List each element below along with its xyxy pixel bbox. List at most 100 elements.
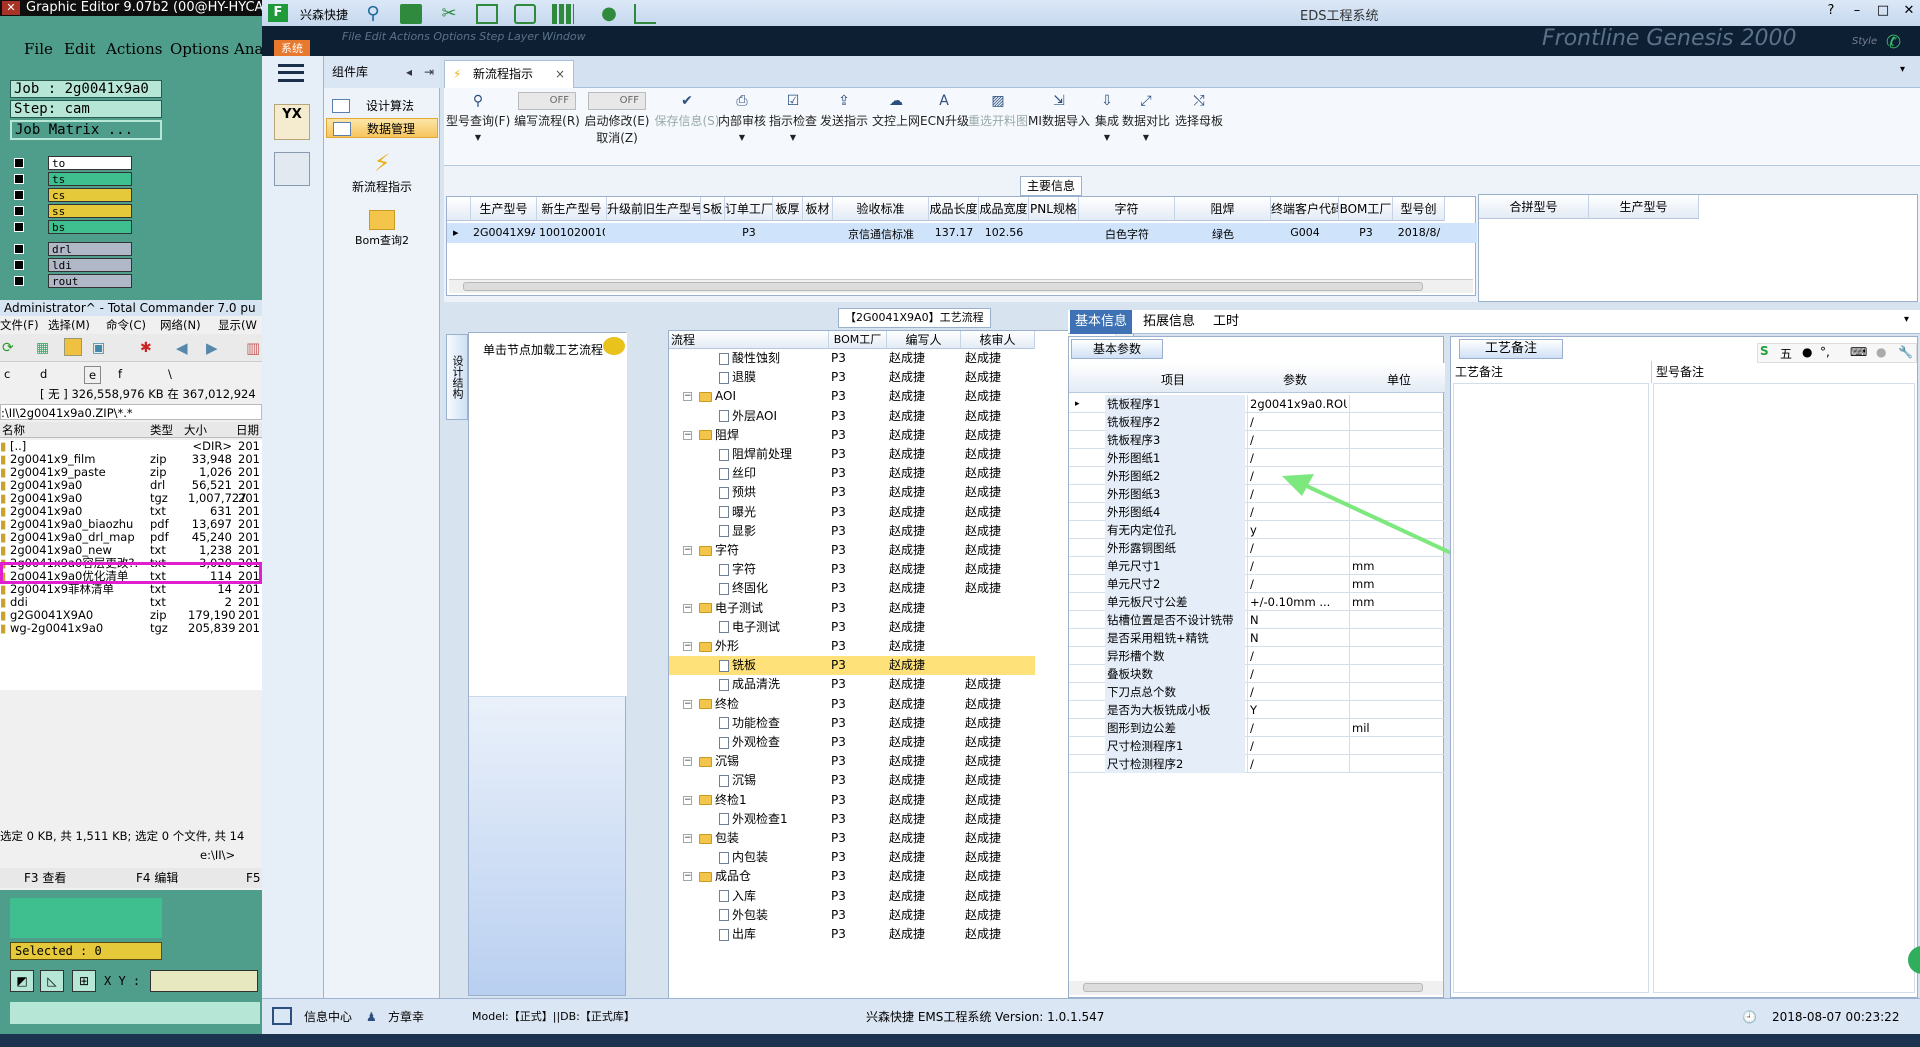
collapse-icon[interactable]: −: [683, 834, 692, 843]
param-unit[interactable]: [1349, 395, 1445, 413]
grid-tool-icon[interactable]: ⊞: [72, 970, 96, 992]
flow-node[interactable]: 包装: [699, 829, 739, 848]
param-row[interactable]: 钻槽位置是否不设计铣带 N: [1069, 611, 1445, 629]
toolbar-button-ecn[interactable]: A ECN升级: [920, 92, 969, 162]
main-col-header[interactable]: 阻焊: [1175, 197, 1271, 221]
layer-row[interactable]: ss: [14, 204, 132, 218]
flow-tree-row[interactable]: − 成品仓 P3 赵成捷 赵成捷: [669, 867, 1035, 886]
layer-checkbox[interactable]: [14, 222, 24, 232]
main-col-header[interactable]: 新生产型号: [537, 197, 607, 221]
flow-node[interactable]: 出库: [719, 925, 756, 944]
layer-name[interactable]: ldi: [48, 258, 132, 272]
design-structure-tab[interactable]: 设计结构: [446, 334, 468, 420]
file-row[interactable]: ▮ wg-2g0041x9a0 tgz 205,839 201: [0, 622, 262, 635]
flow-node[interactable]: 功能检查: [719, 714, 780, 733]
f5-copy-button[interactable]: F5: [246, 868, 261, 888]
table-icon[interactable]: [552, 4, 574, 24]
maximize-icon[interactable]: □: [1870, 2, 1896, 20]
col-model-note[interactable]: 型号备注: [1651, 361, 1915, 383]
flow-tree-row[interactable]: 外包装 P3 赵成捷 赵成捷: [669, 906, 1035, 925]
main-cell[interactable]: 10010200107256: [539, 226, 605, 239]
keyboard-icon[interactable]: ⌨: [1850, 345, 1867, 359]
layer-row[interactable]: to: [14, 156, 132, 170]
param-unit[interactable]: mil: [1349, 719, 1445, 737]
layer-row[interactable]: ts: [14, 172, 132, 186]
layer-row[interactable]: bs: [14, 220, 132, 234]
param-value[interactable]: N: [1247, 611, 1347, 629]
main-col-header[interactable]: 成品长度: [929, 197, 979, 221]
collapse-icon[interactable]: −: [683, 642, 692, 651]
comp-item-design[interactable]: 设计算法: [326, 96, 438, 116]
tc-path[interactable]: :\II\2g0041x9a0.ZIP\*.*: [0, 404, 262, 420]
help-icon[interactable]: ?: [1818, 2, 1844, 20]
close-tab-icon[interactable]: ×: [555, 61, 565, 87]
flow-node[interactable]: 外层AOI: [719, 407, 777, 426]
flow-tree-row[interactable]: − 电子测试 P3 赵成捷: [669, 599, 1035, 618]
col-item[interactable]: 项目: [1161, 371, 1185, 388]
flow-tree-row[interactable]: 曝光 P3 赵成捷 赵成捷: [669, 503, 1035, 522]
main-col-header[interactable]: 板材: [803, 197, 833, 221]
col-date[interactable]: 日期: [236, 422, 259, 438]
minimize-icon[interactable]: –: [1844, 2, 1870, 20]
main-col-header[interactable]: 终端客户代码: [1271, 197, 1339, 221]
flow-tree-row[interactable]: − 外形 P3 赵成捷: [669, 637, 1035, 656]
ime-punct-icon[interactable]: °,: [1820, 345, 1830, 359]
ime-dot-icon[interactable]: ●: [1802, 345, 1812, 359]
tree-view-icon[interactable]: [64, 338, 82, 356]
flow-tree-row[interactable]: 电子测试 P3 赵成捷: [669, 618, 1035, 637]
main-col-header[interactable]: PNL规格: [1029, 197, 1079, 221]
measure-tool-icon[interactable]: ◺: [40, 970, 64, 992]
collapse-icon[interactable]: −: [683, 546, 692, 555]
collapse-icon[interactable]: −: [683, 872, 692, 882]
toolbar-button-download[interactable]: ⇩ 集成 ▼: [1094, 92, 1120, 162]
layer-checkbox[interactable]: [14, 174, 24, 184]
main-grid-row[interactable]: ▸ 2G0041X9A0 10010200107256 P3 京信通信标准 137.17 1…: [447, 223, 1477, 243]
close-icon[interactable]: ✕: [2, 1, 20, 15]
layer-checkbox[interactable]: [14, 190, 24, 200]
toolbar-button-search[interactable]: ⚲ 型号查询(F) ▼: [446, 92, 510, 162]
layer-name[interactable]: bs: [48, 220, 132, 234]
layer-checkbox[interactable]: [14, 206, 24, 216]
col-unit[interactable]: 单位: [1387, 371, 1411, 388]
param-row[interactable]: 单元板尺寸公差 +/-0.10mm ... mm: [1069, 593, 1445, 611]
toolbar-button-cloud-upload[interactable]: ☁ 文控上网: [870, 92, 922, 162]
flow-tree-row[interactable]: 外观检查 P3 赵成捷 赵成捷: [669, 733, 1035, 752]
param-value[interactable]: +/-0.10mm ...: [1247, 593, 1347, 611]
thumbnail-icon[interactable]: ▣: [92, 340, 105, 356]
param-row[interactable]: 外形图纸1/: [1069, 449, 1445, 467]
col-process-note[interactable]: 工艺备注: [1453, 361, 1653, 383]
drive-f[interactable]: f: [118, 366, 122, 382]
info-dropdown-icon[interactable]: ▾: [1904, 314, 1909, 325]
layer-row[interactable]: rout: [14, 274, 132, 288]
main-cell[interactable]: 2G0041X9A0: [473, 226, 535, 239]
drive-root[interactable]: \: [168, 366, 172, 382]
flow-node[interactable]: 成品仓: [699, 867, 751, 886]
param-value[interactable]: /: [1247, 431, 1347, 449]
flow-tree-row[interactable]: − 阻焊 P3 赵成捷 赵成捷: [669, 426, 1035, 445]
main-col-header[interactable]: 字符: [1079, 197, 1175, 221]
chevron-down-icon[interactable]: ▼: [790, 133, 796, 142]
tab-basic-info[interactable]: 基本信息: [1070, 310, 1132, 334]
flow-node[interactable]: 电子测试: [699, 599, 763, 618]
layer-name[interactable]: to: [48, 156, 132, 170]
flow-node[interactable]: 阻焊: [699, 426, 739, 445]
col-type[interactable]: 类型: [150, 422, 173, 438]
main-col-header[interactable]: 成品宽度: [979, 197, 1029, 221]
tab-new-flow[interactable]: ⚡ 新流程指示 ×: [444, 60, 574, 88]
tc-menu-network[interactable]: 网络(N): [160, 317, 201, 333]
flow-node[interactable]: 预烘: [719, 483, 756, 502]
main-cell[interactable]: 京信通信标准: [835, 226, 927, 242]
flow-node[interactable]: 铣板: [719, 656, 756, 675]
toolbar-button-compare[interactable]: ⤢ 数据对比 ▼: [1120, 92, 1172, 162]
main-col-header[interactable]: 生产型号: [471, 197, 537, 221]
flow-node[interactable]: 入库: [719, 887, 756, 906]
param-row[interactable]: 尺寸检测程序2/: [1069, 755, 1445, 773]
param-value[interactable]: /: [1247, 737, 1347, 755]
chevron-down-icon[interactable]: ▼: [1143, 133, 1149, 142]
main-cell[interactable]: 2018/8/: [1395, 226, 1443, 239]
main-cell[interactable]: 绿色: [1177, 226, 1269, 242]
flow-tree-row[interactable]: 酸性蚀刻 P3 赵成捷 赵成捷: [669, 349, 1035, 368]
toolbar-button-shuffle[interactable]: ⤭ 选择母板: [1172, 92, 1226, 162]
pack-icon[interactable]: ▥: [246, 339, 260, 357]
command-line[interactable]: [10, 1002, 260, 1024]
